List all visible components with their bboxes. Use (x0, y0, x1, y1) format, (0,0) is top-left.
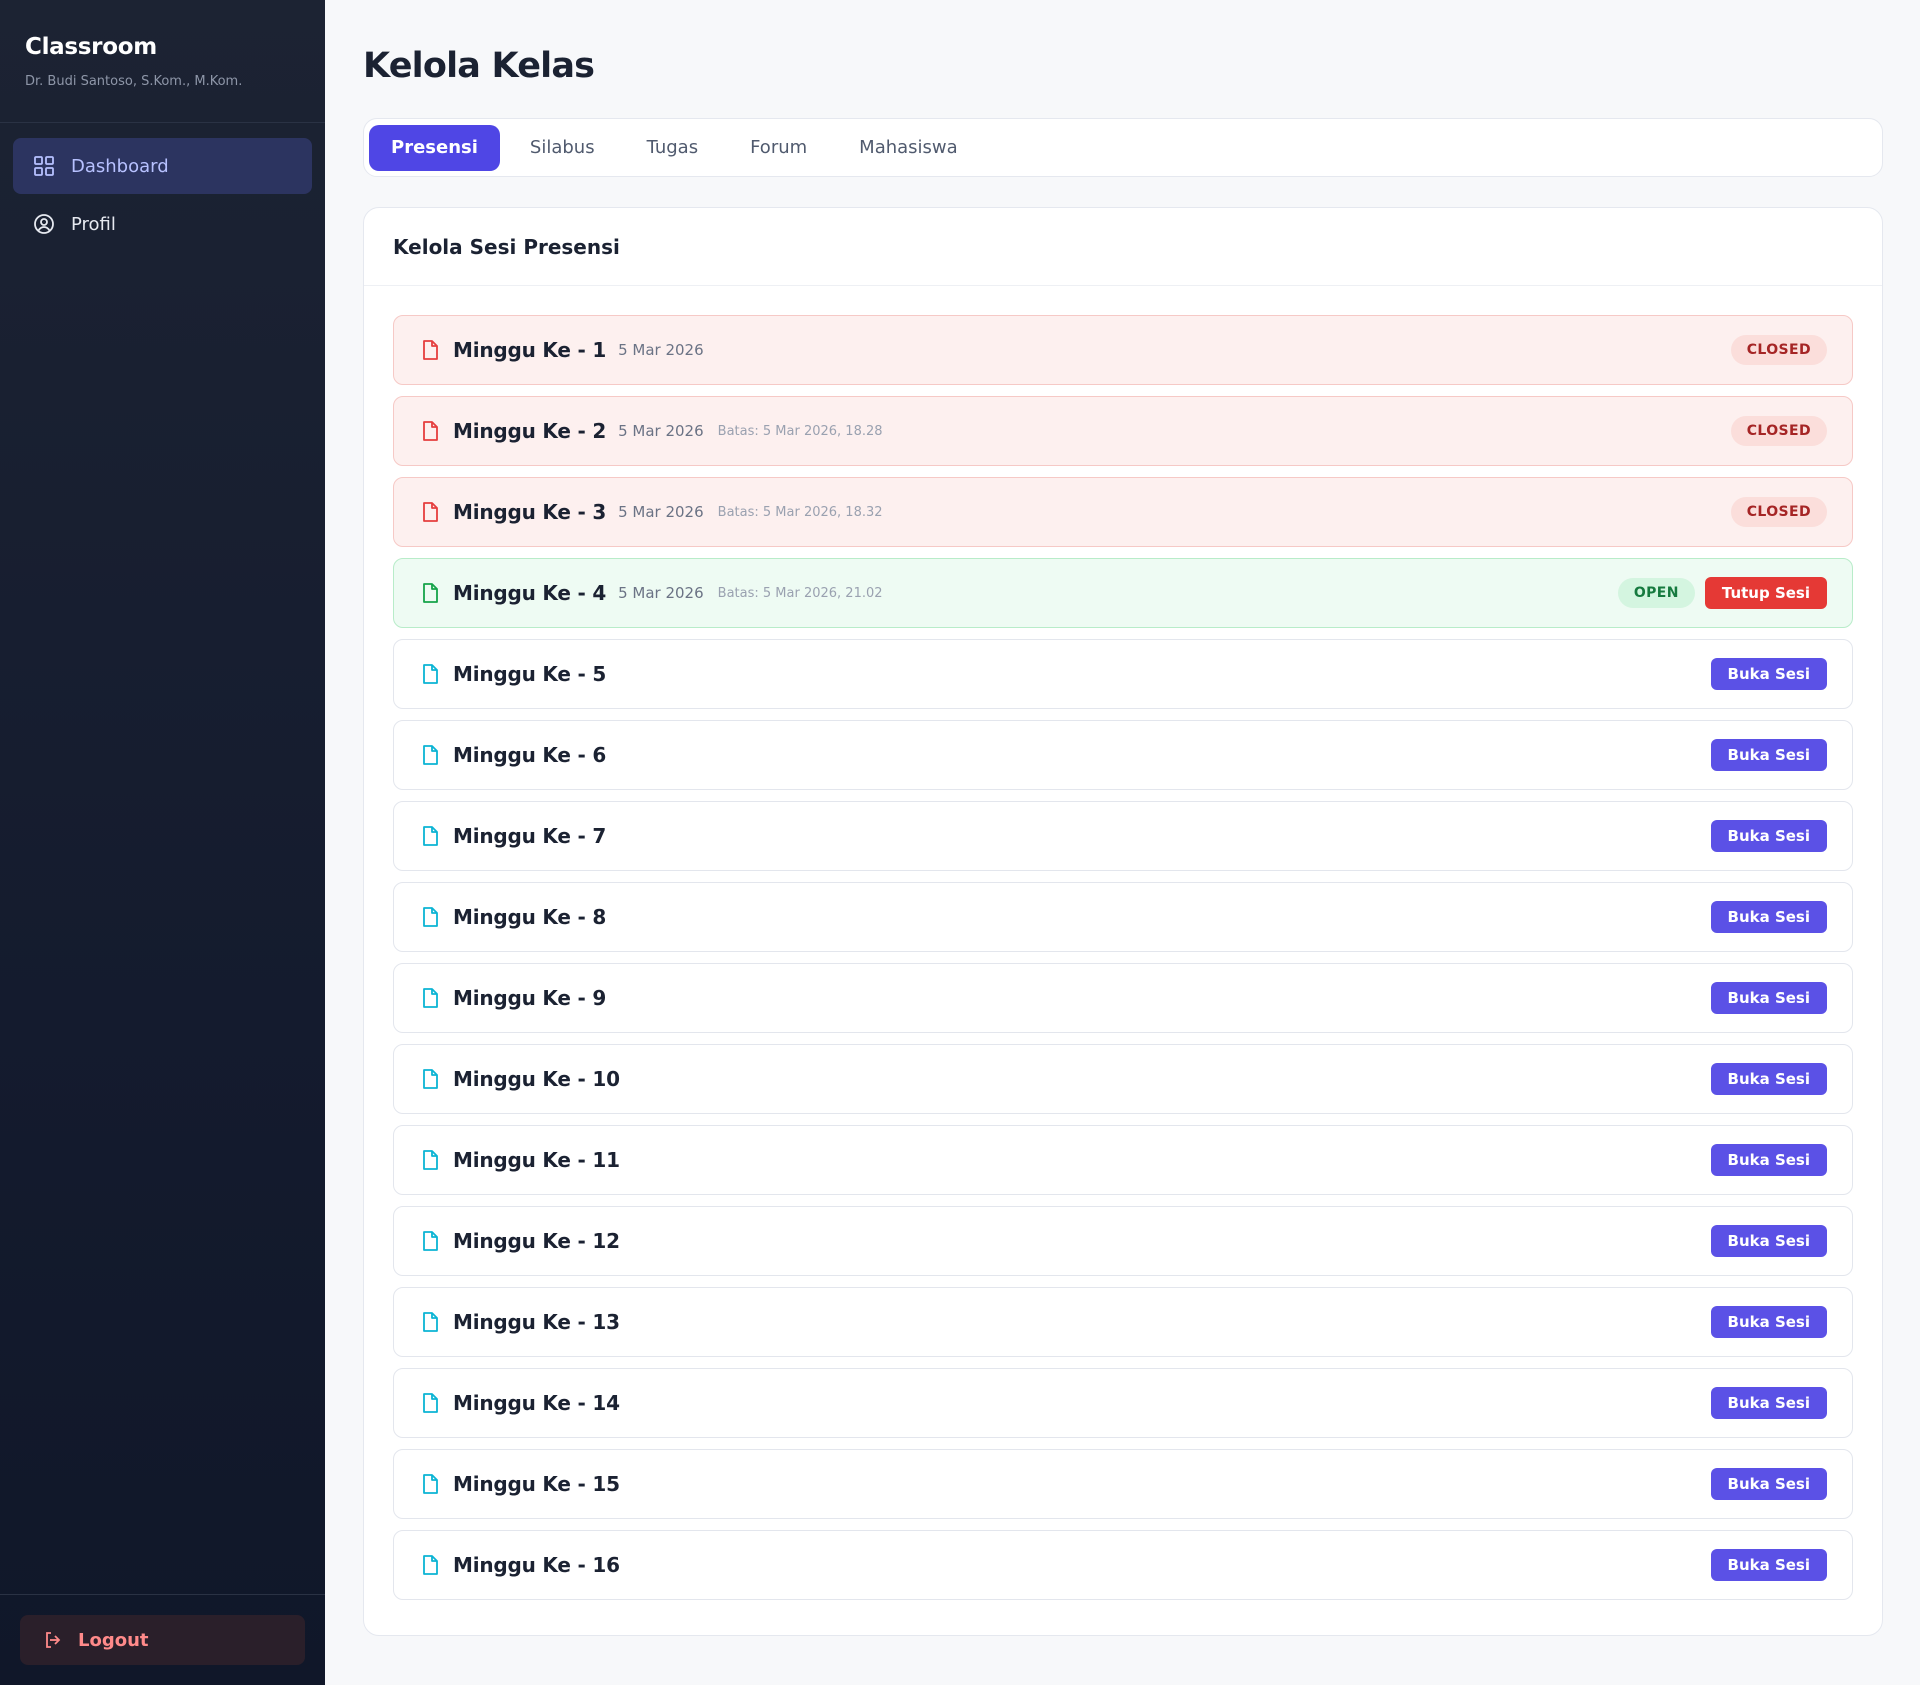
status-badge: CLOSED (1730, 416, 1827, 446)
session-name: Minggu Ke - 1 (453, 338, 607, 362)
session-date: 5 Mar 2026 (618, 341, 704, 359)
app-title: Classroom (25, 34, 157, 60)
logout-section: Logout (0, 1594, 325, 1685)
attendance-card: Kelola Sesi Presensi Minggu Ke - 1 5 Mar … (363, 207, 1883, 1636)
file-icon (419, 1149, 441, 1171)
session-deadline: Batas: 5 Mar 2026, 21.02 (717, 585, 883, 601)
main-content: Kelola Kelas Presensi Silabus Tugas Foru… (363, 0, 1883, 1636)
file-icon (419, 582, 441, 604)
session-row[interactable]: Minggu Ke - 16 Buka Sesi (393, 1530, 1853, 1600)
session-name: Minggu Ke - 5 (453, 662, 607, 686)
session-name: Minggu Ke - 13 (453, 1310, 620, 1334)
file-icon (419, 906, 441, 928)
session-name: Minggu Ke - 7 (453, 824, 607, 848)
file-icon (419, 1230, 441, 1252)
open-session-button[interactable]: Buka Sesi (1710, 1144, 1827, 1176)
file-icon (419, 339, 441, 361)
sidebar: Classroom Dr. Budi Santoso, S.Kom., M.Ko… (0, 0, 325, 1685)
session-row[interactable]: Minggu Ke - 9 Buka Sesi (393, 963, 1853, 1033)
user-circle-icon (33, 213, 55, 235)
open-session-button[interactable]: Buka Sesi (1710, 739, 1827, 771)
file-icon (419, 663, 441, 685)
tab-silabus[interactable]: Silabus (508, 125, 617, 171)
session-name: Minggu Ke - 3 (453, 500, 607, 524)
status-badge: OPEN (1617, 578, 1695, 608)
session-list: Minggu Ke - 15 Mar 2026 CLOSED Minggu Ke -… (364, 286, 1882, 1600)
session-name: Minggu Ke - 11 (453, 1148, 620, 1172)
session-name: Minggu Ke - 15 (453, 1472, 620, 1496)
sidebar-item-dashboard[interactable]: Dashboard (13, 138, 312, 194)
open-session-button[interactable]: Buka Sesi (1710, 658, 1827, 690)
file-icon (419, 1068, 441, 1090)
open-session-button[interactable]: Buka Sesi (1710, 1225, 1827, 1257)
session-name: Minggu Ke - 10 (453, 1067, 620, 1091)
session-name: Minggu Ke - 9 (453, 986, 607, 1010)
session-name: Minggu Ke - 2 (453, 419, 607, 443)
session-row[interactable]: Minggu Ke - 12 Buka Sesi (393, 1206, 1853, 1276)
session-row[interactable]: Minggu Ke - 10 Buka Sesi (393, 1044, 1853, 1114)
session-row[interactable]: Minggu Ke - 4 5 Mar 2026 Batas: 5 Mar 2026… (393, 558, 1853, 628)
session-row[interactable]: Minggu Ke - 2 5 Mar 2026 Batas: 5 Mar 2026… (393, 396, 1853, 466)
logout-label: Logout (78, 1629, 149, 1651)
open-session-button[interactable]: Buka Sesi (1710, 820, 1827, 852)
open-session-button[interactable]: Buka Sesi (1710, 1306, 1827, 1338)
session-row[interactable]: Minggu Ke - 11 Buka Sesi (393, 1125, 1853, 1195)
session-row[interactable]: Minggu Ke - 13 Buka Sesi (393, 1287, 1853, 1357)
tab-mahasiswa[interactable]: Mahasiswa (837, 125, 980, 171)
user-name: Dr. Budi Santoso, S.Kom., M.Kom. (25, 74, 243, 89)
tab-tugas[interactable]: Tugas (625, 125, 721, 171)
sidebar-item-label: Dashboard (71, 155, 169, 177)
session-name: Minggu Ke - 16 (453, 1553, 620, 1577)
session-row[interactable]: Minggu Ke - 1 5 Mar 2026 CLOSED (393, 315, 1853, 385)
file-icon (419, 825, 441, 847)
logout-icon (42, 1629, 64, 1651)
session-row[interactable]: Minggu Ke - 5 Buka Sesi (393, 639, 1853, 709)
session-row[interactable]: Minggu Ke - 7 Buka Sesi (393, 801, 1853, 871)
card-header: Kelola Sesi Presensi (364, 208, 1882, 286)
session-row[interactable]: Minggu Ke - 6 Buka Sesi (393, 720, 1853, 790)
sidebar-item-label: Profil (71, 213, 116, 235)
sidebar-item-profil[interactable]: Profil (13, 196, 312, 252)
session-row[interactable]: Minggu Ke - 14 Buka Sesi (393, 1368, 1853, 1438)
close-session-button[interactable]: Tutup Sesi (1704, 577, 1827, 609)
session-name: Minggu Ke - 14 (453, 1391, 620, 1415)
file-icon (419, 987, 441, 1009)
tab-forum[interactable]: Forum (728, 125, 829, 171)
logout-button[interactable]: Logout (20, 1615, 305, 1665)
session-row[interactable]: Minggu Ke - 15 Buka Sesi (393, 1449, 1853, 1519)
open-session-button[interactable]: Buka Sesi (1710, 1468, 1827, 1500)
session-name: Minggu Ke - 12 (453, 1229, 620, 1253)
session-name: Minggu Ke - 8 (453, 905, 607, 929)
sidebar-nav: Dashboard Profil (0, 123, 325, 269)
file-icon (419, 1311, 441, 1333)
file-icon (419, 744, 441, 766)
session-deadline: Batas: 5 Mar 2026, 18.32 (717, 504, 883, 520)
session-deadline: Batas: 5 Mar 2026, 18.28 (717, 423, 883, 439)
file-icon (419, 1554, 441, 1576)
session-date: 5 Mar 2026 (618, 584, 704, 602)
session-row[interactable]: Minggu Ke - 8 Buka Sesi (393, 882, 1853, 952)
open-session-button[interactable]: Buka Sesi (1710, 1063, 1827, 1095)
session-name: Minggu Ke - 6 (453, 743, 607, 767)
card-title: Kelola Sesi Presensi (393, 234, 620, 259)
file-icon (419, 420, 441, 442)
grid-icon (33, 155, 55, 177)
session-date: 5 Mar 2026 (618, 503, 704, 521)
open-session-button[interactable]: Buka Sesi (1710, 1549, 1827, 1581)
session-row[interactable]: Minggu Ke - 3 5 Mar 2026 Batas: 5 Mar 2026… (393, 477, 1853, 547)
page-title: Kelola Kelas (363, 46, 595, 86)
tab-presensi[interactable]: Presensi (369, 124, 500, 171)
status-badge: CLOSED (1730, 497, 1827, 527)
brand: Classroom Dr. Budi Santoso, S.Kom., M.Ko… (0, 0, 325, 123)
file-icon (419, 501, 441, 523)
open-session-button[interactable]: Buka Sesi (1710, 901, 1827, 933)
open-session-button[interactable]: Buka Sesi (1710, 982, 1827, 1014)
status-badge: CLOSED (1730, 335, 1827, 365)
file-icon (419, 1473, 441, 1495)
session-date: 5 Mar 2026 (618, 422, 704, 440)
file-icon (419, 1392, 441, 1414)
tab-bar: Presensi Silabus Tugas Forum Mahasiswa (363, 118, 1883, 177)
session-name: Minggu Ke - 4 (453, 581, 607, 605)
open-session-button[interactable]: Buka Sesi (1710, 1387, 1827, 1419)
